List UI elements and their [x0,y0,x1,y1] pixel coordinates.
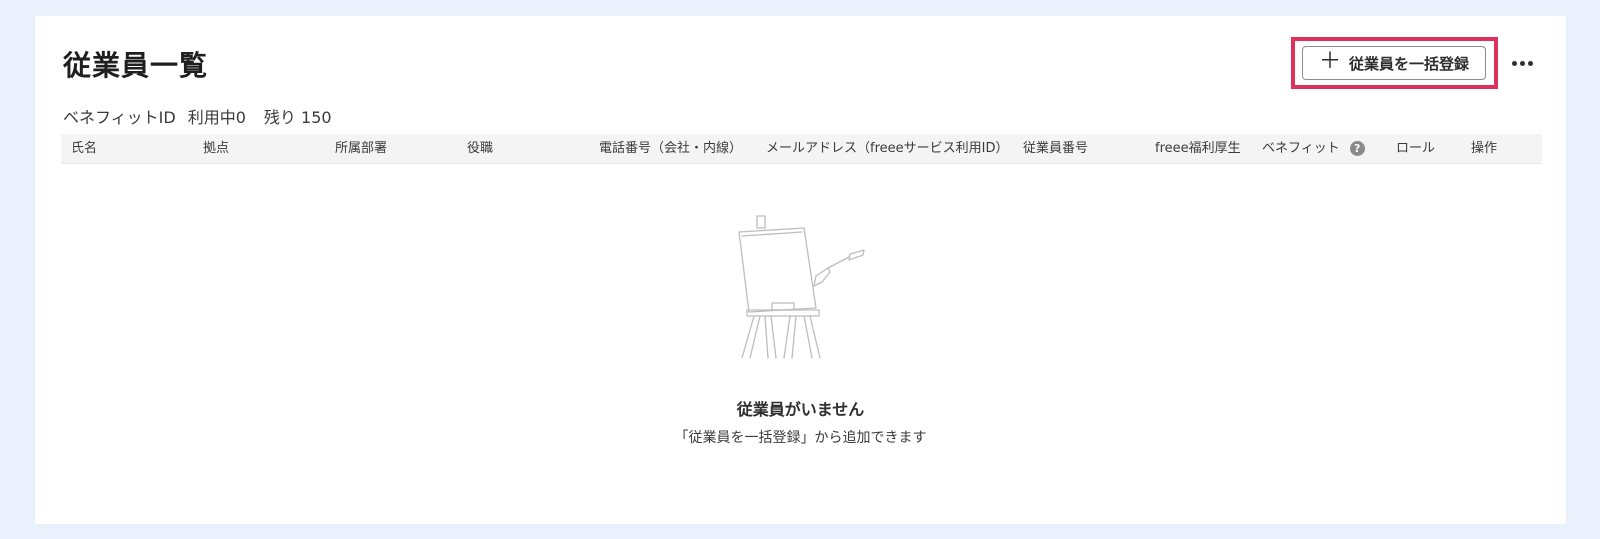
column-header-benefit: ベネフィット? [1262,134,1365,163]
more-horizontal-icon [1511,60,1517,66]
page-title: 従業員一覧 [63,49,209,82]
column-header-phone: 電話番号（会社・内線） [599,141,743,156]
bulk-register-button[interactable]: ＋ 従業員を一括登録 [1302,46,1486,80]
benefit-id-quota: ベネフィットID 利用中0 残り 150 [63,104,332,128]
column-header-employee-number: 従業員番号 [1023,141,1089,156]
help-icon[interactable]: ? [1349,141,1365,156]
bulk-register-label: 従業員を一括登録 [1349,54,1470,73]
more-options-button[interactable] [1505,46,1539,80]
quota-in-use: 利用中0 [187,108,246,127]
quota-label: ベネフィットID [63,108,176,127]
easel-palette-illustration [738,215,865,359]
more-horizontal-icon [1519,60,1525,66]
column-header-position: 役職 [467,141,494,156]
column-header-benefit-label: ベネフィット [1262,141,1340,156]
empty-state-subtitle: 「従業員を一括登録」から追加できます [674,430,927,446]
column-header-location: 拠点 [203,141,230,156]
plus-icon: ＋ [1318,49,1341,74]
column-header-name: 氏名 [71,141,98,156]
column-header-email: メールアドレス（freeeサービス利用ID） [766,141,1009,156]
employee-list-card: 従業員一覧 ＋ 従業員を一括登録 ベネフィットID 利用中0 残り 150 氏名… [35,16,1566,524]
table-header: 氏名 拠点 所属部署 役職 電話番号（会社・内線） メールアドレス（freeeサ… [61,134,1542,164]
empty-state-title: 従業員がいません [736,400,865,419]
quota-remaining: 残り 150 [263,108,332,127]
column-header-freee-benefits: freee福利厚生 [1155,141,1241,156]
column-header-actions: 操作 [1471,141,1498,156]
column-header-role: ロール [1396,141,1436,156]
column-header-department: 所属部署 [335,141,388,156]
more-horizontal-icon [1527,60,1533,66]
